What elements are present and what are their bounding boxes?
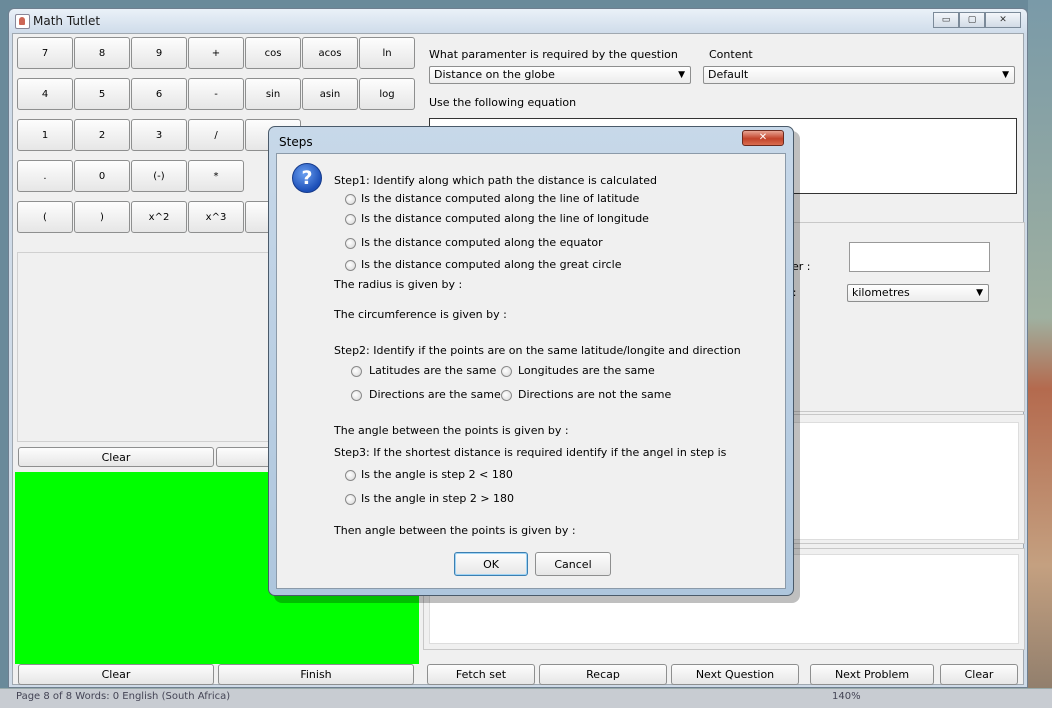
keypad-button[interactable]: * [188,160,244,192]
circumference-label: The circumference is given by : [334,308,507,321]
steps-dialog: Steps ✕ ? Step1: Identify along which pa… [268,126,794,596]
radio-directions-not-same[interactable] [501,390,512,401]
keypad-button[interactable]: 3 [131,119,187,151]
radio-directions-same[interactable] [351,390,362,401]
radio-longitude[interactable] [345,214,356,225]
dialog-title: Steps [279,135,313,149]
keypad-button[interactable]: (-) [131,160,187,192]
radio-equator[interactable] [345,238,356,249]
answer-input[interactable] [849,242,990,272]
step3-label: Step3: If the shortest distance is requi… [334,446,727,459]
clear-top-button[interactable]: Clear [18,447,214,467]
close-button[interactable]: ✕ [985,12,1021,28]
radio-angle-less[interactable] [345,470,356,481]
maximize-button[interactable]: ▢ [959,12,985,28]
units-combo[interactable]: kilometres ▼ [847,284,989,302]
keypad-button[interactable]: + [188,37,244,69]
keypad-button[interactable]: 7 [17,37,73,69]
keypad-button[interactable]: x^3 [188,201,244,233]
keypad-button[interactable]: 4 [17,78,73,110]
step2-label: Step2: Identify if the points are on the… [334,344,741,357]
keypad-button[interactable]: 5 [74,78,130,110]
dialog-body: ? Step1: Identify along which path the d… [276,153,786,589]
chevron-down-icon: ▼ [678,70,685,80]
keypad-button[interactable]: - [188,78,244,110]
option-angle-greater: Is the angle in step 2 > 180 [361,492,515,505]
keypad-button[interactable]: acos [302,37,358,69]
option-angle-less: Is the angle is step 2 < 180 [361,468,513,481]
radio-latitude[interactable] [345,194,356,205]
parameter-combo-value: Distance on the globe [434,68,555,81]
latitudes-same-label: Latitudes are the same [369,364,497,377]
angle-label: The angle between the points is given by… [334,424,569,437]
java-app-icon [15,14,30,29]
keypad-button[interactable]: 9 [131,37,187,69]
keypad-button[interactable]: x^2 [131,201,187,233]
fetch-set-button[interactable]: Fetch set [427,664,535,685]
recap-button[interactable]: Recap [539,664,667,685]
option-great-circle: Is the distance computed along the great… [361,258,622,271]
desktop-background [1028,0,1052,707]
option-latitude: Is the distance computed along the line … [361,192,640,205]
option-longitude: Is the distance computed along the line … [361,212,649,225]
chevron-down-icon: ▼ [976,288,983,298]
keypad-button[interactable]: . [17,160,73,192]
parameter-label: What paramenter is required by the quest… [429,48,678,61]
keypad-button[interactable]: ( [17,201,73,233]
longitudes-same-label: Longitudes are the same [518,364,655,377]
background-zoom-text: 140% [832,691,861,702]
keypad-button[interactable]: 2 [74,119,130,151]
equation-label: Use the following equation [429,96,577,109]
option-equator: Is the distance computed along the equat… [361,236,603,249]
background-status-text: Page 8 of 8 Words: 0 English (South Afri… [16,691,231,702]
keypad-button[interactable]: ln [359,37,415,69]
keypad-button[interactable]: 1 [17,119,73,151]
radio-latitudes-same[interactable] [351,366,362,377]
then-angle-label: Then angle between the points is given b… [334,524,576,537]
next-question-button[interactable]: Next Question [671,664,799,685]
units-combo-value: kilometres [852,286,910,299]
keypad-button[interactable]: 8 [74,37,130,69]
radio-great-circle[interactable] [345,260,356,271]
directions-same-label: Directions are the same [369,388,501,401]
window-title: Math Tutlet [33,14,101,28]
radio-longitudes-same[interactable] [501,366,512,377]
radius-label: The radius is given by : [334,278,463,291]
next-problem-button[interactable]: Next Problem [810,664,934,685]
keypad-button[interactable]: / [188,119,244,151]
radio-angle-greater[interactable] [345,494,356,505]
content-combo-value: Default [708,68,749,81]
minimize-button[interactable]: ▭ [933,12,959,28]
clear-button[interactable]: Clear [940,664,1018,685]
keypad-button[interactable]: asin [302,78,358,110]
finish-button[interactable]: Finish [218,664,414,685]
keypad-button[interactable]: sin [245,78,301,110]
content-label: Content [709,48,753,61]
step1-label: Step1: Identify along which path the dis… [334,174,657,187]
clear-top-second-button[interactable] [216,447,276,467]
background-status-bar: Page 8 of 8 Words: 0 English (South Afri… [0,688,1052,708]
cancel-button[interactable]: Cancel [535,552,611,576]
keypad-button[interactable]: cos [245,37,301,69]
keypad-button[interactable]: log [359,78,415,110]
dialog-close-button[interactable]: ✕ [742,130,784,146]
question-icon: ? [292,163,322,193]
keypad-button[interactable]: ) [74,201,130,233]
chevron-down-icon: ▼ [1002,70,1009,80]
parameter-combo[interactable]: Distance on the globe ▼ [429,66,691,84]
keypad-button[interactable]: 6 [131,78,187,110]
clear-bottom-button[interactable]: Clear [18,664,214,685]
content-combo[interactable]: Default ▼ [703,66,1015,84]
title-bar: Math Tutlet ▭ ▢ ✕ [9,9,1027,33]
keypad-button[interactable]: 0 [74,160,130,192]
ok-button[interactable]: OK [454,552,528,576]
directions-not-same-label: Directions are not the same [518,388,672,401]
